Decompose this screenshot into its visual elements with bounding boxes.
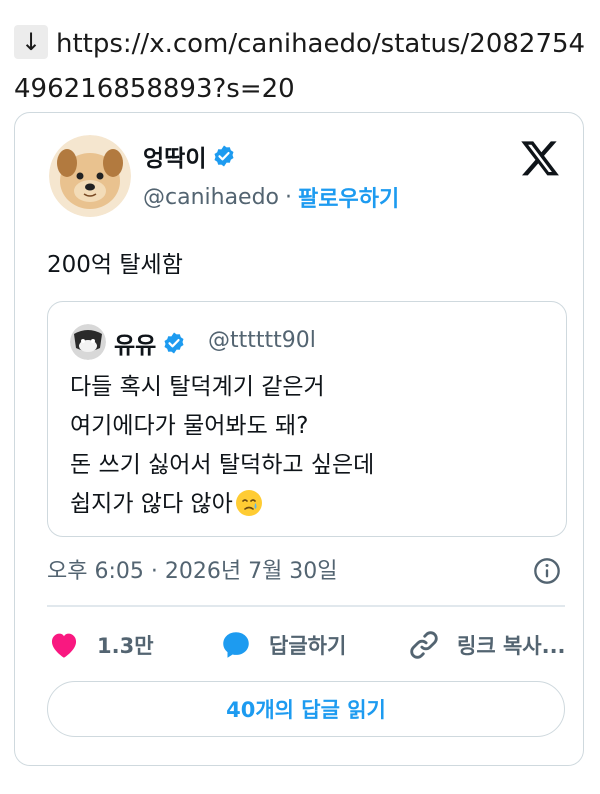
separator-dot: · <box>285 184 293 210</box>
avatar[interactable] <box>49 135 131 217</box>
tweet-timestamp[interactable]: 오후 6:05 · 2026년 7월 30일 <box>47 553 338 585</box>
link-icon <box>410 631 438 659</box>
quoted-line: 쉽지가 않다 않아 <box>70 491 233 517</box>
verified-badge-icon <box>214 145 234 167</box>
author-handle[interactable]: @canihaedo <box>143 185 279 210</box>
quoted-line-last: 쉽지가 않다 않아 <box>70 485 374 524</box>
verified-badge-icon <box>164 332 184 354</box>
copy-link-label: 링크 복사... <box>457 634 566 658</box>
author-handle-row: @canihaedo · 팔로우하기 <box>143 181 399 213</box>
quoted-author-name[interactable]: 유유 <box>114 326 156 360</box>
read-replies-button[interactable]: 40개의 답글 읽기 <box>47 681 565 737</box>
copy-link-button[interactable]: 링크 복사... <box>407 628 566 662</box>
url-text[interactable]: https://x.com/canihaedo/status/208275449… <box>14 29 585 104</box>
face-holding-back-tears-icon <box>235 490 262 516</box>
reply-bubble-icon <box>223 632 249 658</box>
heart-icon <box>51 633 77 658</box>
reply-button[interactable]: 답글하기 <box>219 628 407 662</box>
action-bar: 1.3만 답글하기 링크 복사... <box>47 625 567 665</box>
quoted-handle[interactable]: @tttttt90l <box>208 328 316 353</box>
tweet-card: 엉딱이 @canihaedo · 팔로우하기 200억 탈세함 유유 @tttt… <box>14 112 584 766</box>
divider <box>47 605 565 607</box>
x-logo-icon[interactable] <box>519 137 561 179</box>
reply-label: 답글하기 <box>269 634 347 658</box>
quoted-line: 돈 쓰기 싫어서 탈덕하고 싶은데 <box>70 452 375 478</box>
follow-button[interactable]: 팔로우하기 <box>298 181 399 213</box>
quoted-line: 여기에다가 물어봐도 돼? <box>70 413 309 439</box>
quoted-line: 다들 혹시 탈덕계기 같은거 <box>70 374 325 400</box>
info-icon[interactable] <box>533 557 561 585</box>
tweet-text: 200억 탈세함 <box>47 252 183 278</box>
shared-url[interactable]: ↓ https://x.com/canihaedo/status/20827544… <box>14 22 594 112</box>
quoted-tweet[interactable]: 유유 @tttttt90l 다들 혹시 탈덕계기 같은거 여기에다가 물어봐도 … <box>47 301 567 537</box>
like-count: 1.3만 <box>97 634 154 658</box>
quoted-name-row[interactable]: 유유 <box>114 326 186 360</box>
like-button[interactable]: 1.3만 <box>47 628 219 662</box>
author-name-row[interactable]: 엉딱이 <box>143 139 236 173</box>
quoted-avatar[interactable] <box>70 324 106 360</box>
author-name[interactable]: 엉딱이 <box>143 139 206 173</box>
download-arrow-icon: ↓ <box>14 25 48 59</box>
quoted-text: 다들 혹시 탈덕계기 같은거 여기에다가 물어봐도 돼? 돈 쓰기 싫어서 탈덕… <box>70 368 374 524</box>
